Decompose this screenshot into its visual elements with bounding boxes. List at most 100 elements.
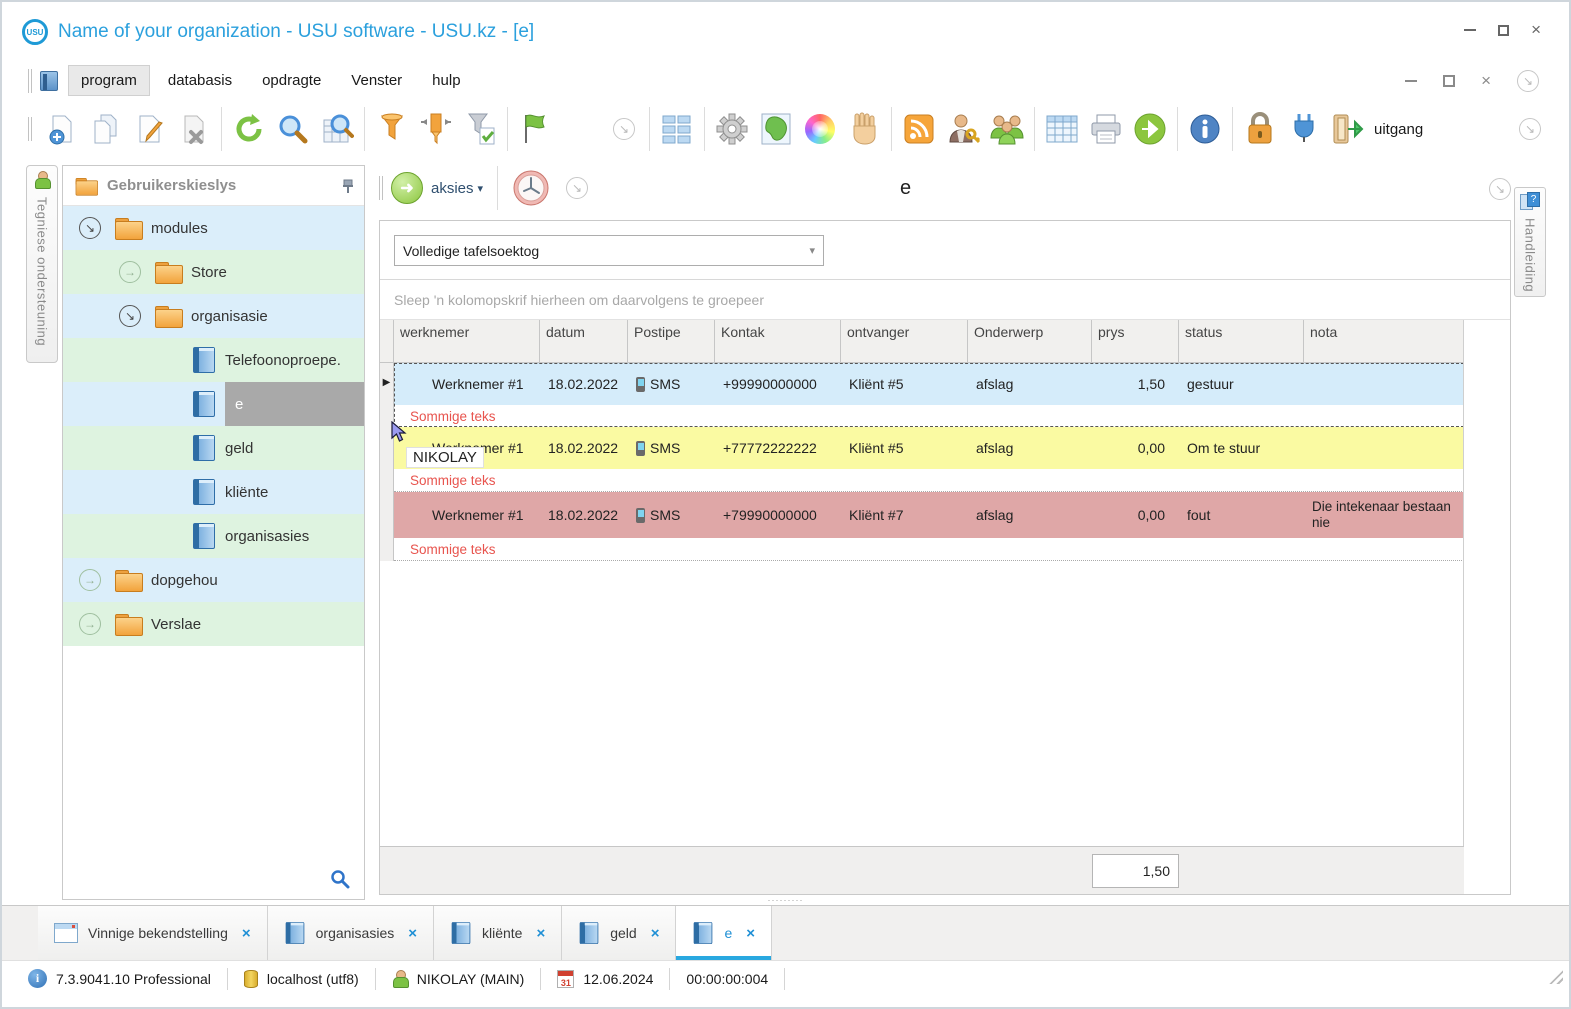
user-label[interactable]: NIKOLAY (MAIN) [417,971,525,987]
exit-icon[interactable] [1326,107,1370,151]
minimize-icon[interactable] [1464,29,1477,31]
tab-close-icon[interactable]: × [536,925,545,942]
toolbar-grip2[interactable] [28,117,32,141]
database-label[interactable]: localhost (utf8) [267,971,359,987]
toolbar-chevron-icon[interactable]: ↘ [613,118,635,140]
tree-search-icon[interactable] [330,869,350,889]
tree-item-organisasie[interactable]: ↘ organisasie [63,294,364,338]
flag-icon[interactable] [513,107,557,151]
delete-record-icon[interactable] [172,107,216,151]
col-postipe[interactable]: Postipe [628,320,715,362]
col-prys[interactable]: prys [1092,320,1179,362]
col-werknemer[interactable]: werknemer [394,320,540,362]
menu-program[interactable]: program [68,65,150,96]
lock-icon[interactable] [1238,107,1282,151]
table-row[interactable]: ▶ Werknemer #1 18.02.2022 SMS +999900000… [380,363,1463,427]
menubar-chevron-icon[interactable]: ↘ [1517,70,1539,92]
mdi-minimize-icon[interactable] [1405,80,1418,82]
table-icon[interactable] [1040,107,1084,151]
menu-venster[interactable]: Venster [339,66,414,95]
tree-item-kliente[interactable]: kliënte [63,470,364,514]
rss-icon[interactable] [897,107,941,151]
table-row[interactable]: Werknemer #1 18.02.2022 SMS +79990000000… [380,492,1463,561]
mouse-cursor-icon [391,421,407,442]
col-datum[interactable]: datum [540,320,628,362]
filter-by-selection-icon[interactable] [414,107,458,151]
horizontal-splitter[interactable]: ········· [2,895,1569,905]
tree-item-geld[interactable]: geld [63,426,364,470]
edit-record-icon[interactable] [128,107,172,151]
sms-phone-icon [636,507,645,523]
filter-icon[interactable] [370,107,414,151]
exit-label[interactable]: uitgang [1374,121,1423,138]
tab-close-icon[interactable]: × [651,925,660,942]
mdi-close-icon[interactable]: × [1481,71,1491,91]
tab-organisasies[interactable]: organisasies × [267,906,434,960]
tree-item-verslae[interactable]: → Verslae [63,602,364,646]
tab-close-icon[interactable]: × [746,925,755,942]
mdi-restore-icon[interactable] [1443,75,1456,87]
info-icon[interactable] [1183,107,1227,151]
users-icon[interactable] [985,107,1029,151]
search-mode-select[interactable]: Volledige tafelsoektog ▾ [394,235,824,266]
tree-item-modules[interactable]: ↘ modules [63,206,364,250]
tab-handleiding[interactable]: Handleiding [1514,187,1546,297]
col-ontvanger[interactable]: ontvanger [841,320,968,362]
expand-icon[interactable]: → [79,569,101,591]
plug-icon[interactable] [1282,107,1326,151]
col-status[interactable]: status [1179,320,1304,362]
app-window: USU Name of your organization - USU soft… [0,0,1571,1009]
tree-item-telefoonoproepe[interactable]: Telefoonoproepe. [63,338,364,382]
filter-settings-icon[interactable] [458,107,502,151]
cell-ontvanger: Kliënt #5 [849,440,904,456]
colors-icon[interactable] [798,107,842,151]
row-note: Sommige teks [394,469,1463,491]
tree-item-organisasies[interactable]: organisasies [63,514,364,558]
refresh-icon[interactable] [227,107,271,151]
tab-close-icon[interactable]: × [408,925,417,942]
toolbar-right-chevron-icon[interactable]: ↘ [1519,118,1541,140]
group-by-hint[interactable]: Sleep 'n kolomopskrif hierheen om daarvo… [380,280,1510,320]
pin-icon[interactable] [342,178,354,194]
search-icon[interactable] [271,107,315,151]
combo-caret-icon[interactable]: ▾ [809,244,815,257]
main-chevron-icon[interactable]: ↘ [1489,178,1511,200]
menu-opdragte[interactable]: opdragte [250,66,333,95]
collapse-icon[interactable]: ↘ [79,217,101,239]
tab-vinnige-bekendstelling[interactable]: Vinnige bekendstelling × [38,906,268,960]
tab-geld[interactable]: geld × [562,906,677,960]
tree-item-label: kliënte [225,483,269,501]
map-icon[interactable] [754,107,798,151]
expand-icon[interactable]: → [119,261,141,283]
date-label[interactable]: 12.06.2024 [583,971,653,987]
maximize-icon[interactable] [1498,24,1510,36]
col-onderwerp[interactable]: Onderwerp [968,320,1092,362]
windows-grid-icon[interactable] [655,107,699,151]
tab-e-active[interactable]: e × [676,906,773,960]
table-row[interactable]: Werknemer #1 18.02.2022 SMS +77772222222… [380,427,1463,492]
folder-icon [75,177,99,196]
cell-tooltip: NIKOLAY [406,447,484,468]
settings-gear-icon[interactable] [710,107,754,151]
tree-item-store[interactable]: → Store [63,250,364,294]
tab-kliente[interactable]: kliënte × [434,906,563,960]
toolbar-grip[interactable] [28,68,32,93]
tab-tegniese-ondersteuning[interactable]: Tegniese ondersteuning [26,165,58,363]
user-permissions-icon[interactable] [941,107,985,151]
search-table-icon[interactable] [315,107,359,151]
go-next-icon[interactable] [1128,107,1172,151]
expand-icon[interactable]: → [79,613,101,635]
print-icon[interactable] [1084,107,1128,151]
collapse-icon[interactable]: ↘ [119,305,141,327]
tree-item-dopgehou[interactable]: → dopgehou [63,558,364,602]
tab-close-icon[interactable]: × [242,925,251,942]
tree-item-e[interactable]: e [63,382,364,426]
close-icon[interactable]: × [1531,21,1541,38]
col-kontak[interactable]: Kontak [715,320,841,362]
col-nota[interactable]: nota [1304,320,1463,362]
copy-record-icon[interactable] [84,107,128,151]
add-record-icon[interactable] [40,107,84,151]
menu-databasis[interactable]: databasis [156,66,244,95]
menu-hulp[interactable]: hulp [420,66,472,95]
hand-icon[interactable] [842,107,886,151]
